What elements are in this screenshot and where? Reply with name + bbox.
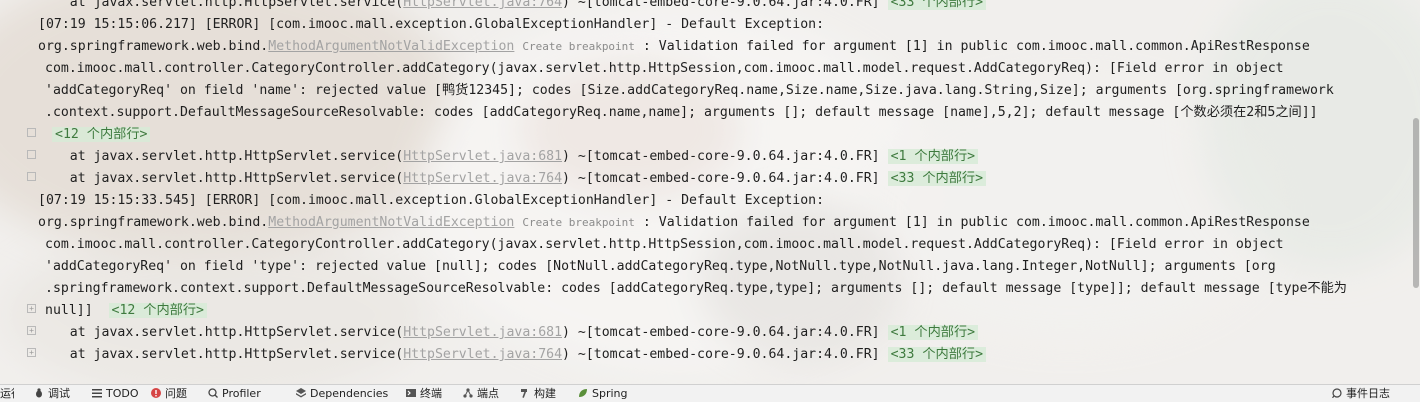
console-line: at javax.servlet.http.HttpServlet.servic… (38, 0, 987, 14)
dependencies-tab[interactable]: Dependencies (296, 385, 388, 402)
log-text: : Validation failed for argument [1] in … (634, 215, 1310, 230)
profiler-icon (208, 388, 218, 398)
todo-tab[interactable]: TODO (92, 385, 139, 402)
console-line: .context.support.DefaultMessageSourceRes… (45, 102, 1318, 124)
fold-toggle[interactable] (27, 128, 36, 137)
log-text: ) ~[tomcat-embed-core-9.0.64.jar:4.0.FR] (562, 325, 888, 340)
console-line: org.springframework.web.bind.MethodArgum… (38, 212, 1310, 234)
log-text: ) ~[tomcat-embed-core-9.0.64.jar:4.0.FR] (562, 149, 888, 164)
vertical-scrollbar[interactable] (1412, 0, 1420, 384)
log-text: .springframework.context.support.Default… (45, 281, 1347, 296)
source-link[interactable]: MethodArgumentNotValidException (268, 39, 514, 54)
log-text: [07:19 15:15:06.217] [ERROR] [com.imooc.… (38, 17, 825, 32)
source-link[interactable]: HttpServlet.java:681 (403, 325, 562, 340)
log-text: at javax.servlet.http.HttpServlet.servic… (38, 149, 404, 164)
console-line: at javax.servlet.http.HttpServlet.servic… (38, 168, 987, 190)
console-line: at javax.servlet.http.HttpServlet.servic… (38, 322, 979, 344)
log-text: com.imooc.mall.controller.CategoryContro… (45, 61, 1284, 76)
endpoints-tab[interactable]: 端点 (463, 385, 499, 402)
endpoints-tab-label: 端点 (477, 387, 499, 400)
endpoints-icon (463, 388, 473, 398)
console-line: null]] <12 个内部行> (45, 300, 207, 322)
bug-icon (36, 388, 42, 398)
fold-toggle[interactable] (27, 172, 36, 181)
console-line: 'addCategoryReq' on field 'type': reject… (45, 256, 1276, 278)
error-icon (151, 388, 161, 398)
folded-lines-badge[interactable]: <12 个内部行> (108, 303, 207, 318)
problems-tab[interactable]: 问题 (151, 385, 187, 402)
source-link[interactable]: HttpServlet.java:764 (403, 0, 562, 10)
layers-icon (296, 388, 306, 398)
spring-tab-label: Spring (592, 387, 628, 400)
console-line: at javax.servlet.http.HttpServlet.servic… (38, 344, 987, 366)
debug-tab-label: 调试 (48, 387, 70, 400)
console-line: com.imooc.mall.controller.CategoryContro… (45, 234, 1284, 256)
spring-tab[interactable]: Spring (578, 385, 628, 402)
console-gutter: + + + (0, 0, 36, 384)
console-line: org.springframework.web.bind.MethodArgum… (38, 36, 1310, 58)
console-line: .springframework.context.support.Default… (45, 278, 1347, 300)
log-text: at javax.servlet.http.HttpServlet.servic… (38, 325, 404, 340)
folded-lines-badge[interactable]: <12 个内部行> (52, 127, 151, 142)
profiler-tab[interactable]: Profiler (208, 385, 261, 402)
run-tab-label: 运行 (0, 387, 14, 400)
log-text: at javax.servlet.http.HttpServlet.servic… (38, 171, 404, 186)
fold-toggle[interactable] (27, 150, 36, 159)
fold-toggle[interactable]: + (27, 348, 36, 357)
log-text: null]] (45, 303, 109, 318)
log-text: [07:19 15:15:33.545] [ERROR] [com.imooc.… (38, 193, 825, 208)
problems-tab-label: 问题 (165, 387, 187, 400)
debug-tab[interactable]: 调试 (34, 385, 70, 402)
source-link[interactable]: HttpServlet.java:681 (403, 149, 562, 164)
hammer-icon (521, 389, 527, 398)
profiler-tab-label: Profiler (222, 387, 261, 400)
list-icon (92, 389, 102, 398)
log-text: org.springframework.web.bind. (38, 215, 269, 230)
log-text: org.springframework.web.bind. (38, 39, 269, 54)
todo-tab-label: TODO (106, 387, 139, 400)
folded-lines-badge[interactable]: <33 个内部行> (887, 347, 987, 362)
log-text: at javax.servlet.http.HttpServlet.servic… (38, 0, 404, 10)
build-tab[interactable]: 构建 (520, 385, 556, 402)
create-breakpoint-link[interactable]: Create breakpoint (522, 40, 635, 53)
log-text: 'addCategoryReq' on field 'type': reject… (45, 259, 1276, 274)
speech-bubble-icon (1332, 388, 1342, 398)
dependencies-tab-label: Dependencies (310, 387, 389, 400)
terminal-tab[interactable]: 终端 (406, 385, 442, 402)
log-text: com.imooc.mall.controller.CategoryContro… (45, 237, 1284, 252)
log-text: .context.support.DefaultMessageSourceRes… (45, 105, 1318, 120)
run-console[interactable]: + + + at javax.servlet.http.HttpServlet.… (0, 0, 1420, 384)
console-line: at javax.servlet.http.HttpServlet.servic… (38, 146, 979, 168)
fold-toggle[interactable]: + (27, 304, 36, 313)
scrollbar-thumb[interactable] (1413, 118, 1419, 288)
spring-leaf-icon (579, 389, 587, 397)
source-link[interactable]: HttpServlet.java:764 (403, 347, 562, 362)
log-text: ) ~[tomcat-embed-core-9.0.64.jar:4.0.FR] (562, 171, 888, 186)
log-text: ) ~[tomcat-embed-core-9.0.64.jar:4.0.FR] (562, 0, 888, 10)
terminal-icon (406, 389, 416, 397)
event-log-tab[interactable]: 事件日志 (1332, 385, 1390, 402)
log-text: 'addCategoryReq' on field 'name': reject… (45, 83, 1334, 98)
source-link[interactable]: HttpServlet.java:764 (403, 171, 562, 186)
log-text: at javax.servlet.http.HttpServlet.servic… (38, 347, 404, 362)
console-line: [07:19 15:15:33.545] [ERROR] [com.imooc.… (38, 190, 824, 212)
console-line: com.imooc.mall.controller.CategoryContro… (45, 58, 1284, 80)
log-text: : Validation failed for argument [1] in … (634, 39, 1310, 54)
fold-toggle[interactable]: + (27, 326, 36, 335)
console-line: 'addCategoryReq' on field 'name': reject… (45, 80, 1334, 102)
folded-lines-badge[interactable]: <1 个内部行> (887, 149, 979, 164)
build-tab-label: 构建 (534, 387, 556, 400)
tool-window-bar: 运行 调试 TODO 问题 Profiler Dependencies 终端 端… (0, 384, 1420, 402)
terminal-tab-label: 终端 (420, 387, 442, 400)
folded-lines-badge[interactable]: <1 个内部行> (887, 325, 979, 340)
source-link[interactable]: MethodArgumentNotValidException (268, 215, 514, 230)
folded-lines-badge[interactable]: <33 个内部行> (887, 171, 987, 186)
log-text: ) ~[tomcat-embed-core-9.0.64.jar:4.0.FR] (562, 347, 888, 362)
event-log-tab-label: 事件日志 (1346, 387, 1390, 400)
console-line: <12 个内部行> (52, 124, 151, 146)
create-breakpoint-link[interactable]: Create breakpoint (522, 216, 635, 229)
console-line: [07:19 15:15:06.217] [ERROR] [com.imooc.… (38, 14, 824, 36)
folded-lines-badge[interactable]: <33 个内部行> (887, 0, 987, 10)
run-tab[interactable]: 运行 (0, 385, 14, 402)
